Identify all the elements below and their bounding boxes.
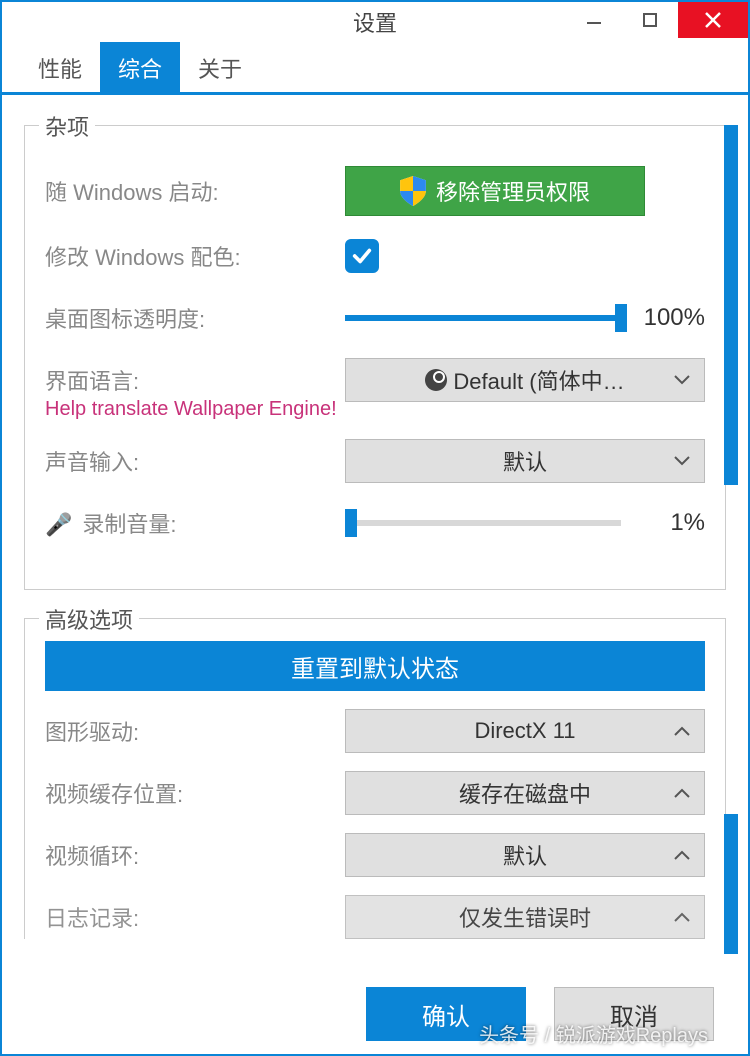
- chevron-down-icon: [674, 456, 690, 466]
- close-button[interactable]: [678, 2, 748, 38]
- minimize-icon: [585, 11, 603, 29]
- row-log: 日志记录: 仅发生错误时: [45, 895, 705, 939]
- row-icon-opacity: 桌面图标透明度: 100%: [45, 296, 705, 340]
- label-record-volume: 🎤录制音量:: [45, 507, 345, 539]
- slider-fill: [345, 315, 621, 321]
- microphone-icon: 🎤: [45, 512, 72, 538]
- cancel-button[interactable]: 取消: [554, 987, 714, 1041]
- fieldset-misc: 杂项 随 Windows 启动: 移除管理员权限: [24, 125, 726, 590]
- content-area: 杂项 随 Windows 启动: 移除管理员权限: [2, 95, 748, 1054]
- remove-admin-button[interactable]: 移除管理员权限: [345, 166, 645, 216]
- audio-input-dropdown[interactable]: 默认: [345, 439, 705, 483]
- remove-admin-label: 移除管理员权限: [436, 175, 590, 207]
- tab-performance[interactable]: 性能: [20, 42, 100, 92]
- row-record-volume: 🎤录制音量: 1%: [45, 501, 705, 545]
- cancel-label: 取消: [610, 997, 658, 1032]
- log-dropdown[interactable]: 仅发生错误时: [345, 895, 705, 939]
- dialog-footer: 确认 取消: [2, 974, 748, 1054]
- chevron-up-icon: [674, 788, 690, 798]
- label-audio-input: 声音输入:: [45, 445, 345, 477]
- row-cache: 视频缓存位置: 缓存在磁盘中: [45, 771, 705, 815]
- row-gfx: 图形驱动: DirectX 11: [45, 709, 705, 753]
- theme-checkbox[interactable]: [345, 239, 379, 273]
- label-cache: 视频缓存位置:: [45, 777, 345, 809]
- language-value: Default (简体中…: [453, 364, 624, 396]
- label-language: 界面语言:: [45, 364, 345, 396]
- scroll-thumb-bottom[interactable]: [724, 814, 738, 954]
- tabbar: 性能 综合 关于: [2, 42, 748, 95]
- scroll-track[interactable]: [724, 125, 738, 954]
- label-icon-opacity: 桌面图标透明度:: [45, 302, 345, 334]
- shield-icon: [400, 176, 426, 206]
- language-dropdown[interactable]: Default (简体中…: [345, 358, 705, 402]
- reset-defaults-label: 重置到默认状态: [291, 649, 459, 684]
- window-controls: [566, 2, 748, 38]
- ok-label: 确认: [422, 997, 470, 1032]
- minimize-button[interactable]: [566, 2, 622, 38]
- titlebar: 设置: [2, 2, 748, 42]
- row-audio-input: 声音输入: 默认: [45, 439, 705, 483]
- chevron-down-icon: [674, 375, 690, 385]
- record-volume-slider[interactable]: [345, 520, 621, 526]
- record-volume-value: 1%: [635, 509, 705, 537]
- row-loop: 视频循环: 默认: [45, 833, 705, 877]
- chevron-up-icon: [674, 850, 690, 860]
- tab-general[interactable]: 综合: [100, 42, 180, 92]
- row-language: 界面语言: Default (简体中…: [45, 358, 705, 402]
- legend-advanced: 高级选项: [39, 603, 139, 635]
- legend-misc: 杂项: [39, 110, 95, 142]
- ok-button[interactable]: 确认: [366, 987, 526, 1041]
- label-theme: 修改 Windows 配色:: [45, 240, 345, 272]
- loop-dropdown[interactable]: 默认: [345, 833, 705, 877]
- fieldset-advanced: 高级选项 重置到默认状态 图形驱动: DirectX 11 视频缓存位置: 缓存…: [24, 618, 726, 939]
- label-gfx: 图形驱动:: [45, 715, 345, 747]
- slider-thumb[interactable]: [345, 509, 357, 537]
- close-icon: [703, 10, 723, 30]
- tab-about[interactable]: 关于: [180, 42, 260, 92]
- icon-opacity-slider[interactable]: [345, 315, 621, 321]
- row-startup: 随 Windows 启动: 移除管理员权限: [45, 166, 705, 216]
- chevron-up-icon: [674, 726, 690, 736]
- log-value: 仅发生错误时: [459, 901, 591, 933]
- steam-icon: [425, 369, 447, 391]
- loop-value: 默认: [503, 839, 547, 871]
- settings-window: 设置 性能 综合 关于 杂项 随 Windows 启动:: [0, 0, 750, 1056]
- cache-value: 缓存在磁盘中: [459, 777, 591, 809]
- scroll-thumb-top[interactable]: [724, 125, 738, 485]
- reset-defaults-button[interactable]: 重置到默认状态: [45, 641, 705, 691]
- maximize-button[interactable]: [622, 2, 678, 38]
- row-theme: 修改 Windows 配色:: [45, 234, 705, 278]
- icon-opacity-value: 100%: [635, 304, 705, 332]
- check-icon: [351, 245, 373, 267]
- slider-thumb[interactable]: [615, 304, 627, 332]
- audio-input-value: 默认: [503, 445, 547, 477]
- cache-dropdown[interactable]: 缓存在磁盘中: [345, 771, 705, 815]
- label-log: 日志记录:: [45, 901, 345, 933]
- gfx-dropdown[interactable]: DirectX 11: [345, 709, 705, 753]
- maximize-icon: [642, 12, 658, 28]
- gfx-value: DirectX 11: [474, 718, 575, 744]
- label-startup: 随 Windows 启动:: [45, 175, 345, 207]
- label-loop: 视频循环:: [45, 839, 345, 871]
- chevron-up-icon: [674, 912, 690, 922]
